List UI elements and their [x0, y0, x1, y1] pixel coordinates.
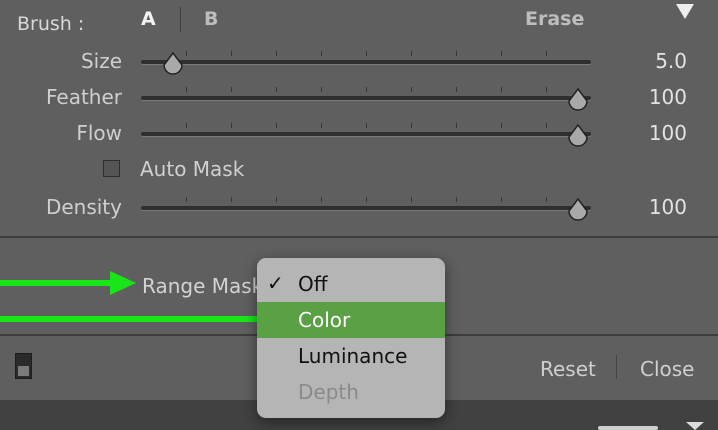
slider-tick	[366, 87, 367, 92]
slider-tick	[231, 87, 232, 92]
slider-tick	[276, 51, 277, 56]
slider-tick	[231, 123, 232, 128]
feather-slider-track[interactable]	[141, 96, 591, 100]
slider-tick	[321, 197, 322, 202]
menu-item-off[interactable]: ✓ Off	[257, 266, 445, 302]
auto-mask-label: Auto Mask	[140, 157, 245, 181]
slider-tick	[366, 51, 367, 56]
panel-collapse-triangle-icon[interactable]	[675, 3, 695, 21]
slider-tick	[501, 197, 502, 202]
menu-item-label: Off	[298, 272, 328, 296]
density-slider-track[interactable]	[141, 206, 591, 210]
close-button[interactable]: Close	[640, 357, 694, 381]
slider-tick	[456, 51, 457, 56]
slider-tick	[366, 123, 367, 128]
range-mask-label: Range Mask	[142, 274, 264, 298]
footer-divider	[616, 355, 617, 379]
slider-tick	[456, 123, 457, 128]
feather-label: Feather	[45, 85, 122, 109]
triangle-icon	[686, 422, 704, 430]
slider-tick	[456, 197, 457, 202]
size-slider-track[interactable]	[141, 60, 591, 64]
slider-tick	[546, 123, 547, 128]
density-value[interactable]: 100	[617, 195, 687, 219]
size-label: Size	[80, 49, 122, 73]
checkmark-icon: ✓	[267, 271, 284, 295]
flow-slider-thumb[interactable]	[567, 124, 589, 148]
menu-item-label: Depth	[298, 380, 359, 404]
menu-item-label: Luminance	[298, 344, 408, 368]
size-slider-thumb[interactable]	[162, 52, 184, 76]
slider-tick	[501, 123, 502, 128]
slider-tick	[546, 51, 547, 56]
menu-item-label: Color	[298, 308, 351, 332]
slider-tick	[546, 87, 547, 92]
slider-tick	[366, 197, 367, 202]
slider-tick	[321, 51, 322, 56]
auto-mask-checkbox[interactable]	[103, 160, 120, 177]
brush-panel: Brush : A B Erase Size 5.0 Feather 100 F…	[0, 0, 718, 238]
slider-tick	[501, 51, 502, 56]
menu-item-color[interactable]: Color	[257, 302, 445, 338]
slider-tick	[321, 87, 322, 92]
slider-tick	[501, 87, 502, 92]
slider-tick	[276, 123, 277, 128]
slider-tick	[186, 87, 187, 92]
slider-tick	[411, 197, 412, 202]
slider-tick	[411, 87, 412, 92]
brush-tab-divider	[180, 7, 181, 32]
density-slider-thumb[interactable]	[567, 198, 589, 222]
slider-tick	[231, 51, 232, 56]
green-arrow-icon	[0, 271, 136, 295]
slider-tick	[456, 87, 457, 92]
feather-value[interactable]: 100	[617, 85, 687, 109]
partial-label-fragment	[598, 418, 678, 430]
menu-item-depth: Depth	[257, 374, 445, 410]
feather-slider-thumb[interactable]	[567, 88, 589, 112]
range-mask-dropdown-menu: ✓ Off Color Luminance Depth	[257, 258, 445, 418]
slider-tick	[231, 197, 232, 202]
brush-b-tab[interactable]: B	[204, 8, 218, 30]
slider-tick	[186, 123, 187, 128]
size-value[interactable]: 5.0	[617, 49, 687, 73]
green-arrow-icon	[0, 307, 286, 331]
panel-toggle-switch[interactable]	[15, 353, 32, 379]
brush-label: Brush :	[17, 13, 85, 35]
slider-tick	[276, 197, 277, 202]
brush-a-tab[interactable]: A	[141, 8, 156, 30]
slider-tick	[546, 197, 547, 202]
slider-tick	[321, 123, 322, 128]
reset-button[interactable]: Reset	[540, 357, 596, 381]
slider-tick	[186, 197, 187, 202]
flow-slider-track[interactable]	[141, 132, 591, 136]
slider-tick	[411, 51, 412, 56]
menu-item-luminance[interactable]: Luminance	[257, 338, 445, 374]
slider-tick	[276, 87, 277, 92]
slider-tick	[411, 123, 412, 128]
brush-erase-tab[interactable]: Erase	[525, 8, 584, 30]
slider-tick	[186, 51, 187, 56]
density-label: Density	[45, 195, 122, 219]
flow-label: Flow	[76, 121, 122, 145]
flow-value[interactable]: 100	[617, 121, 687, 145]
